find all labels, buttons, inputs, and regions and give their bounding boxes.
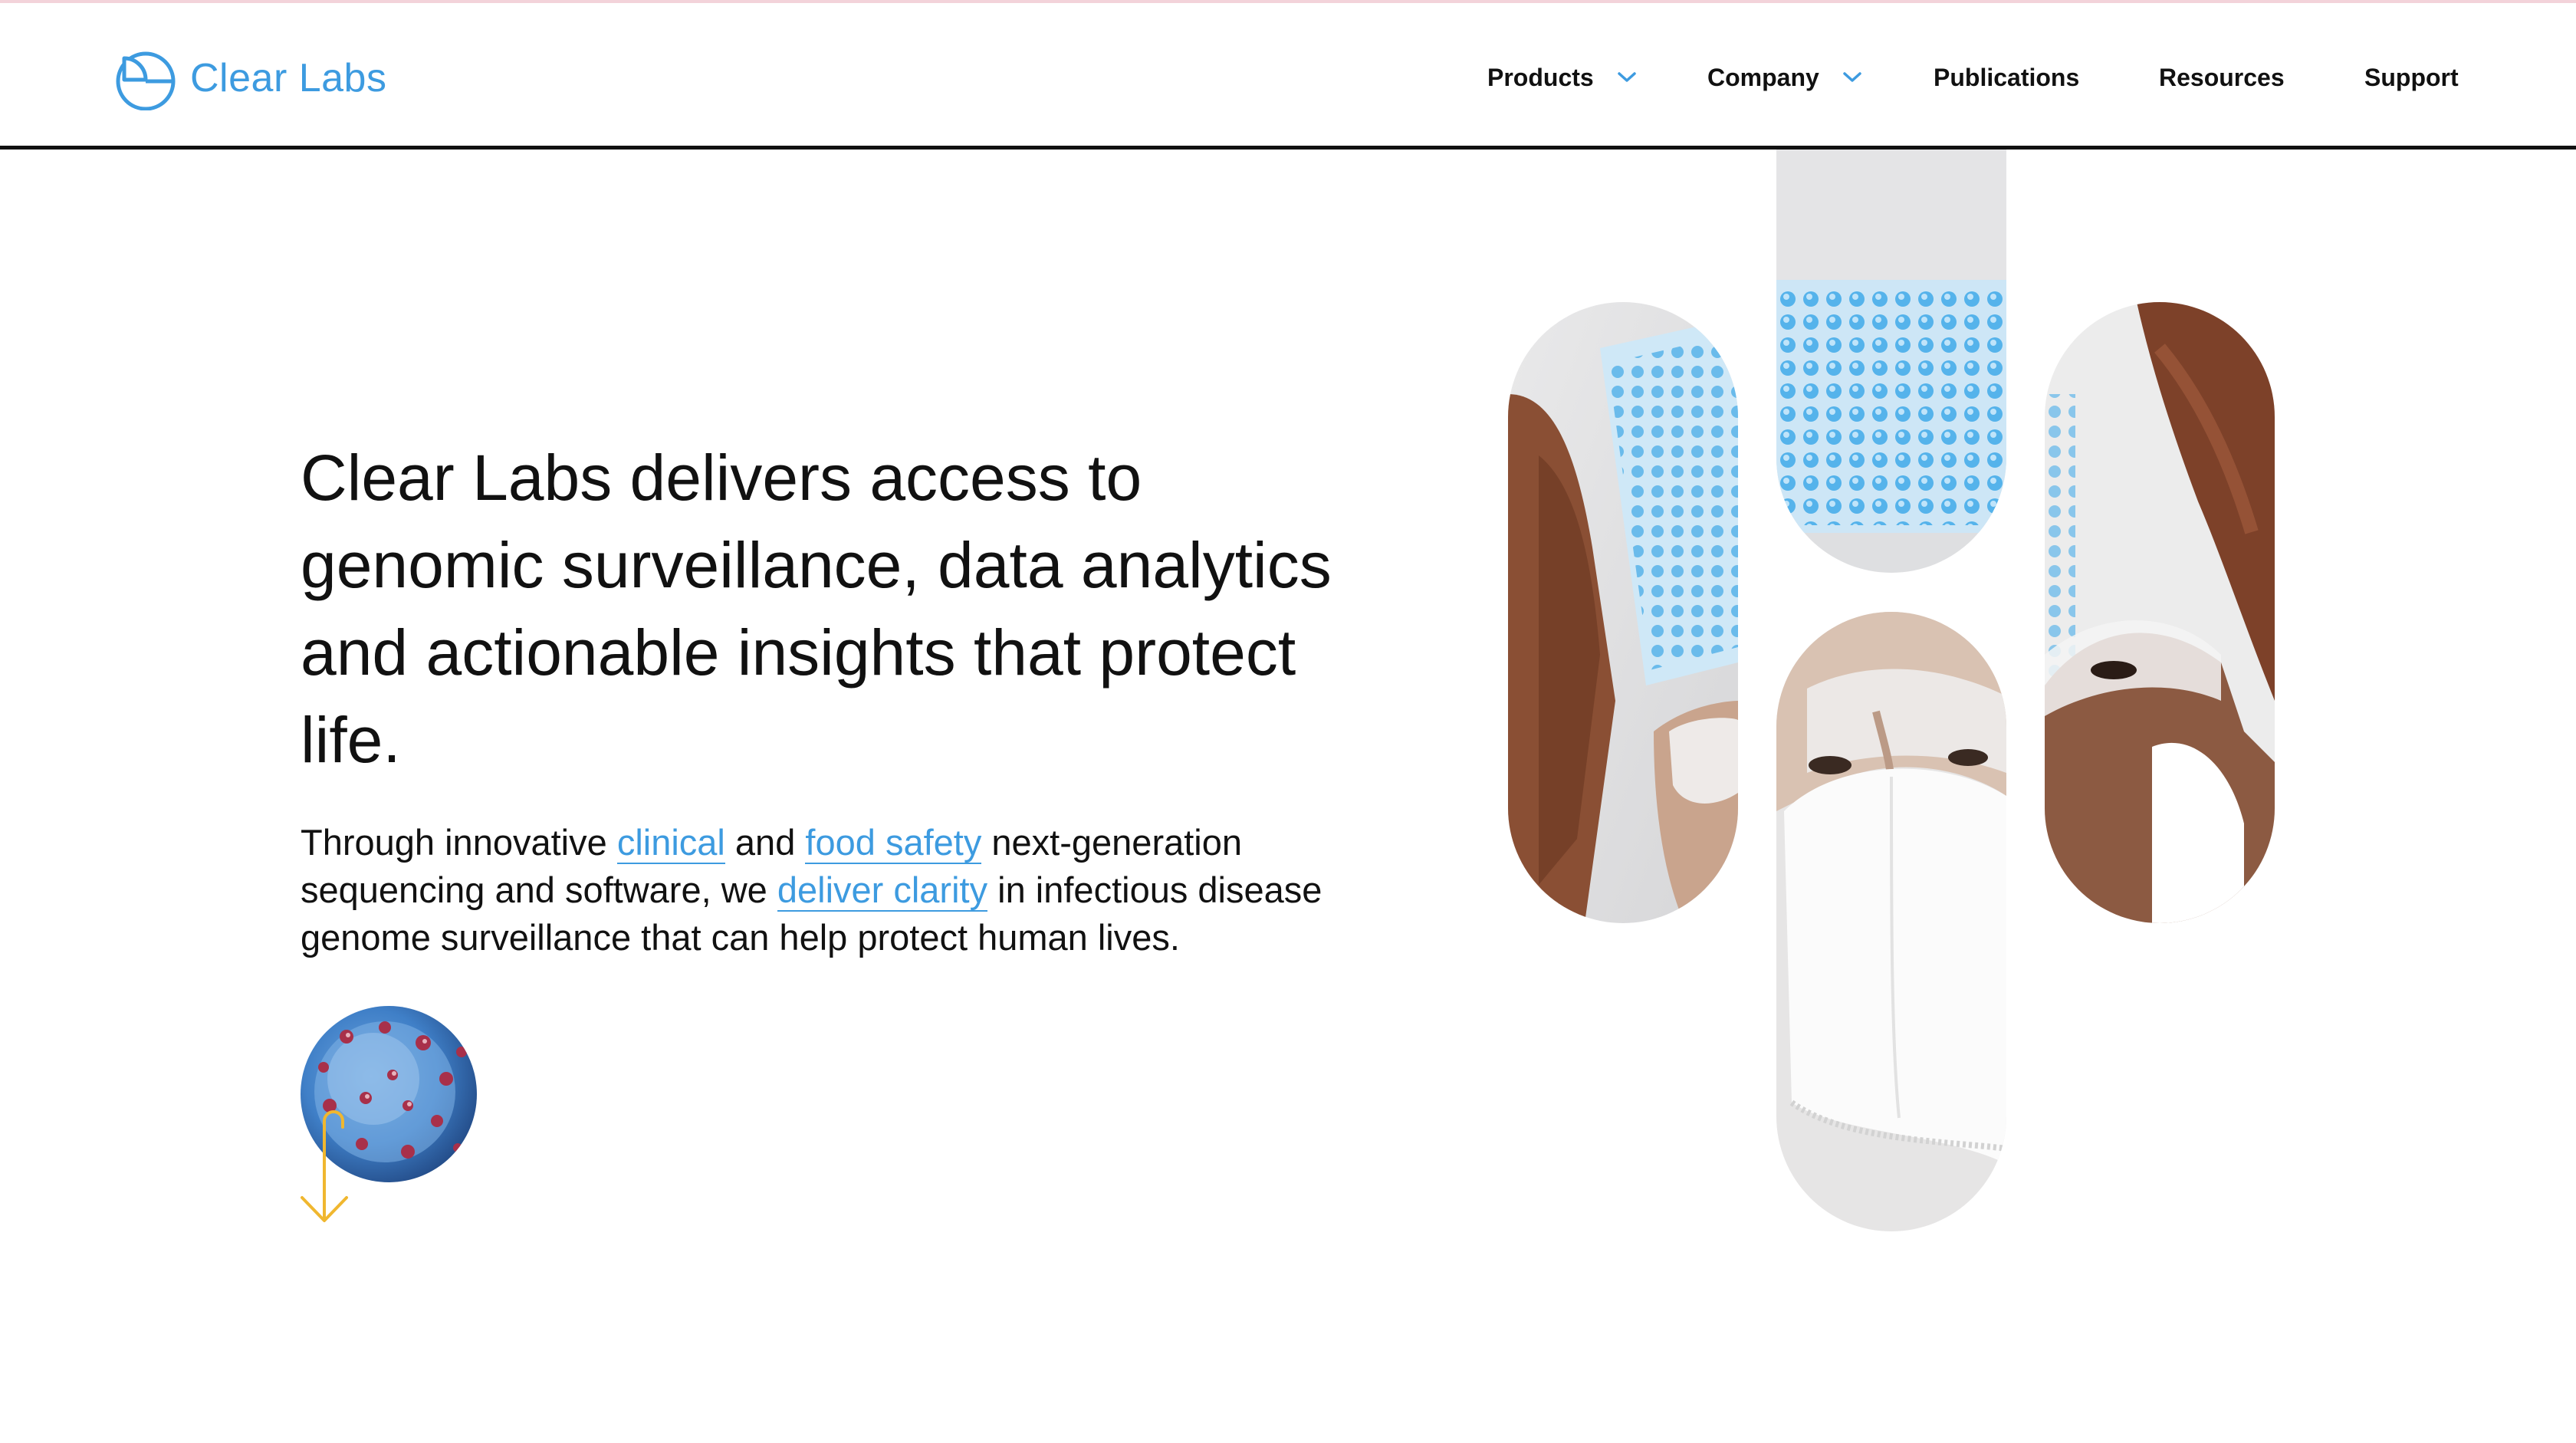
arrow-down-icon[interactable]	[297, 1104, 351, 1227]
lab-photo-scientist-side	[2045, 302, 2275, 923]
nav-item-label: Company	[1707, 63, 1819, 91]
body-text: Through innovative	[301, 822, 617, 863]
lab-photo-masked-scientist	[1776, 612, 2006, 1231]
nav-item-label: Resources	[2159, 63, 2285, 91]
hero-description: Through innovative clinical and food saf…	[301, 819, 1374, 961]
nav-item-label: Products	[1487, 63, 1594, 91]
nav-item-label: Publications	[1934, 63, 2080, 91]
deliver-clarity-link[interactable]: deliver clarity	[777, 869, 988, 912]
food-safety-link[interactable]: food safety	[805, 822, 982, 864]
chevron-down-icon	[1843, 72, 1861, 82]
hero-headline: Clear Labs delivers access to genomic su…	[301, 442, 1332, 776]
nav-item-publications[interactable]: Publications	[1934, 58, 2079, 97]
nav-item-resources[interactable]: Resources	[2159, 58, 2285, 97]
clinical-link[interactable]: clinical	[616, 822, 725, 864]
lab-photo-sample-plate	[1776, 150, 2006, 573]
body-text: and	[724, 822, 806, 863]
main-nav: Products Company Publications Resources …	[0, 58, 2576, 104]
header-divider	[0, 146, 2576, 150]
chevron-down-icon	[1617, 72, 1636, 82]
nav-item-products[interactable]: Products	[1487, 58, 1637, 97]
nav-item-company[interactable]: Company	[1707, 58, 1862, 97]
nav-item-support[interactable]: Support	[2364, 58, 2459, 97]
nav-item-label: Support	[2364, 63, 2459, 91]
lab-photo-hands-plate	[1508, 302, 1738, 923]
site-header: Clear Labs Products Company Publications…	[0, 3, 2576, 146]
